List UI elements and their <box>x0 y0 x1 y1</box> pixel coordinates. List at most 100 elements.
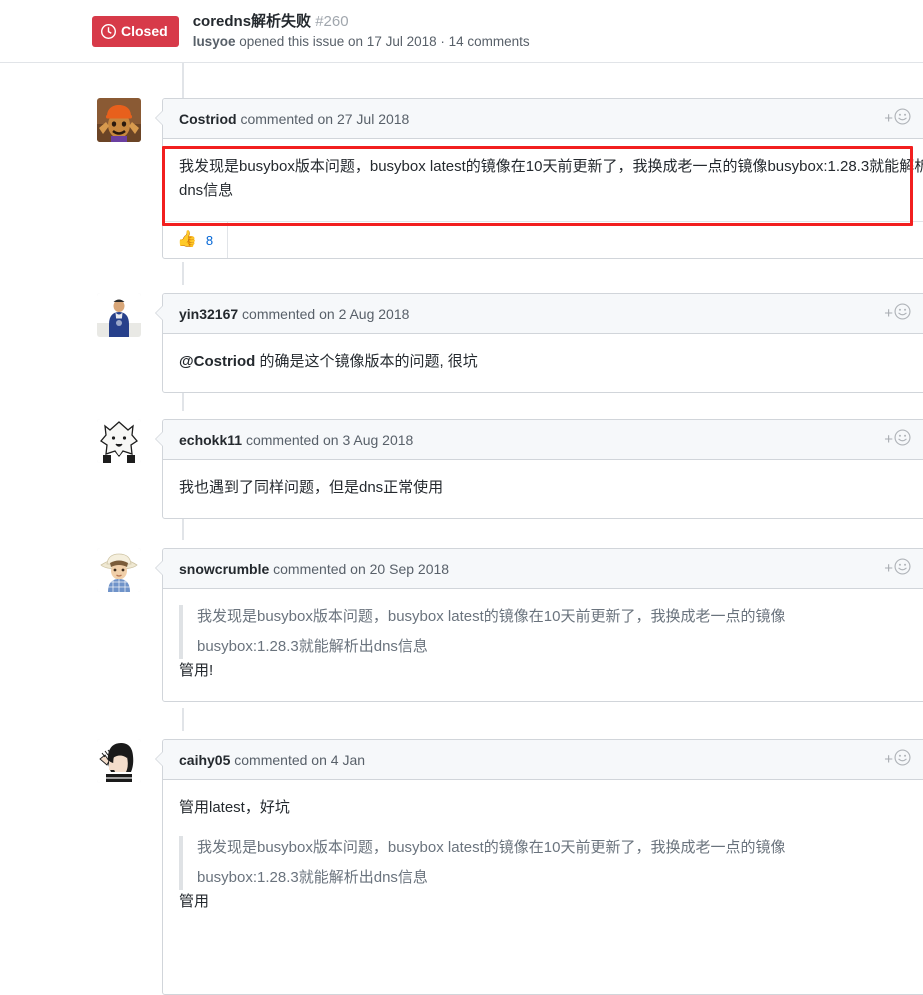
reaction-count: 8 <box>205 232 214 248</box>
comment-verb: commented on <box>269 560 370 577</box>
caihy05-avatar <box>97 739 141 783</box>
comment-body: 我发现是busybox版本问题，busybox latest的镜像在10天前更新… <box>163 589 923 701</box>
comment-body: 我也遇到了同样问题，但是dns正常使用 <box>163 460 923 518</box>
comment-timestamp[interactable]: 2 Aug 2018 <box>339 306 410 322</box>
comment-paragraph: @Costriod 的确是这个镜像版本的问题, 很坑 <box>179 350 923 374</box>
comment-card: yin32167 commented on 2 Aug 2018 + @Cost… <box>155 293 923 393</box>
comment-byline: Costriod commented on 27 Jul 2018 <box>179 111 409 127</box>
comment-paragraph: 我发现是busybox版本问题，busybox latest的镜像在10天前更新… <box>179 155 923 203</box>
timeline-rail <box>182 63 184 98</box>
plus-icon: + <box>884 560 893 577</box>
quote-line-1: 我发现是busybox版本问题，busybox latest的镜像在10天前更新… <box>197 608 786 625</box>
smiley-face-icon <box>894 748 911 771</box>
comment-paragraph: 我也遇到了同样问题，但是dns正常使用 <box>179 479 444 496</box>
comment-author-link[interactable]: snowcrumble <box>179 561 269 577</box>
yin32167-avatar <box>97 293 141 337</box>
comment-header: snowcrumble commented on 20 Sep 2018 + <box>163 549 923 589</box>
page-title[interactable]: coredns解析失败 #260 <box>193 12 530 32</box>
comment-text-line-1: 管用latest，好坑 <box>179 799 290 816</box>
echokk11-avatar <box>97 419 141 463</box>
avatar[interactable] <box>97 548 141 592</box>
status-badge[interactable]: Closed <box>92 15 179 47</box>
add-reaction-button[interactable]: + <box>884 107 911 130</box>
smiley-face-icon <box>894 557 911 580</box>
add-reaction-button[interactable]: + <box>884 557 911 580</box>
quoted-text: 我发现是busybox版本问题，busybox latest的镜像在10天前更新… <box>179 836 923 890</box>
thumbs-up-icon: 👍 <box>177 231 197 248</box>
comment-card: caihy05 commented on 4 Jan + 管用latest，好坑… <box>155 739 923 995</box>
avatar[interactable] <box>97 98 141 142</box>
comment-author-link[interactable]: caihy05 <box>179 752 230 768</box>
comment-timestamp[interactable]: 3 Aug 2018 <box>342 432 413 448</box>
quote-line-2: busybox:1.28.3就能解析出dns信息 <box>197 869 428 886</box>
comment-body: 我发现是busybox版本问题，busybox latest的镜像在10天前更新… <box>163 139 923 221</box>
comment-byline: yin32167 commented on 2 Aug 2018 <box>179 306 409 322</box>
plus-icon: + <box>884 431 893 448</box>
add-reaction-button[interactable]: + <box>884 428 911 451</box>
comment-timestamp[interactable]: 4 Jan <box>331 752 365 768</box>
comment-card: echokk11 commented on 3 Aug 2018 + 我也遇到了… <box>155 419 923 519</box>
comment-header-actions: + <box>884 557 923 580</box>
add-reaction-button[interactable]: + <box>884 748 911 771</box>
comment-byline: snowcrumble commented on 20 Sep 2018 <box>179 561 449 577</box>
user-mention-link[interactable]: @Costriod <box>179 353 255 370</box>
avatar[interactable] <box>97 419 141 463</box>
comment-text-line-1: 管用! <box>179 662 214 679</box>
comment-timestamp[interactable]: 20 Sep 2018 <box>370 561 449 577</box>
issue-closed-icon <box>101 23 116 39</box>
comment-header-actions: + <box>884 748 923 771</box>
comment-body: 管用latest，好坑 我发现是busybox版本问题，busybox late… <box>163 780 923 932</box>
comment-card: snowcrumble commented on 20 Sep 2018 + 我… <box>155 548 923 702</box>
issue-subtitle: lusyoe opened this issue on 17 Jul 2018 … <box>193 33 530 51</box>
plus-icon: + <box>884 751 893 768</box>
comment-byline: echokk11 commented on 3 Aug 2018 <box>179 432 413 448</box>
status-badge-label: Closed <box>121 23 168 39</box>
quote-line-2: busybox:1.28.3就能解析出dns信息 <box>197 638 428 655</box>
comment-header-actions: + <box>884 302 923 325</box>
comment-header-actions: + <box>884 107 923 130</box>
avatar[interactable] <box>97 739 141 783</box>
comment-header: caihy05 commented on 4 Jan + <box>163 740 923 780</box>
issue-header-meta: coredns解析失败 #260 lusyoe opened this issu… <box>193 11 530 51</box>
add-reaction-button[interactable]: + <box>884 302 911 325</box>
plus-icon: + <box>884 305 893 322</box>
quote-line-1: 我发现是busybox版本问题，busybox latest的镜像在10天前更新… <box>197 839 786 856</box>
comment-header: echokk11 commented on 3 Aug 2018 + <box>163 420 923 460</box>
comment-header: Costriod commented on 27 Jul 2018 + <box>163 99 923 139</box>
costriod-avatar <box>97 98 141 142</box>
issue-number: #260 <box>315 12 349 30</box>
plus-icon: + <box>884 110 893 127</box>
smiley-face-icon <box>894 428 911 451</box>
thumbs-up-reaction[interactable]: 👍 8 <box>163 222 229 258</box>
comment-verb: commented on <box>242 431 343 448</box>
quoted-text: 我发现是busybox版本问题，busybox latest的镜像在10天前更新… <box>179 605 923 659</box>
issue-author-link[interactable]: lusyoe <box>193 34 236 49</box>
comment-timestamp[interactable]: 27 Jul 2018 <box>337 111 409 127</box>
comment-body: @Costriod 的确是这个镜像版本的问题, 很坑 <box>163 334 923 392</box>
comment-header-actions: + <box>884 428 923 451</box>
snowcrumble-avatar <box>97 548 141 592</box>
comment-verb: commented on <box>230 751 331 768</box>
comment-card: Costriod commented on 27 Jul 2018 + 我发现是… <box>155 98 923 259</box>
sticky-issue-header: Closed coredns解析失败 #260 lusyoe opened th… <box>0 0 923 63</box>
avatar[interactable] <box>97 293 141 337</box>
comment-verb: commented on <box>236 110 337 127</box>
comment-text-line-1: 我发现是busybox版本问题，busybox latest的镜像在10天前更新… <box>179 158 900 175</box>
comment-verb: commented on <box>238 305 339 322</box>
timeline-rail <box>182 708 184 731</box>
comment-author-link[interactable]: yin32167 <box>179 306 238 322</box>
comment-header: yin32167 commented on 2 Aug 2018 + <box>163 294 923 334</box>
comment-byline: caihy05 commented on 4 Jan <box>179 752 365 768</box>
issue-title-text: coredns解析失败 <box>192 12 312 30</box>
comment-author-link[interactable]: echokk11 <box>179 432 242 448</box>
reactions-bar: 👍 8 <box>163 221 923 258</box>
timeline-rail <box>182 517 184 540</box>
comment-author-link[interactable]: Costriod <box>179 111 237 127</box>
comment-text-line-1: 的确是这个镜像版本的问题, 很坑 <box>255 353 478 370</box>
smiley-face-icon <box>894 107 911 130</box>
timeline-rail <box>182 262 184 285</box>
smiley-face-icon <box>894 302 911 325</box>
comment-text-line-2: 管用 <box>179 893 210 910</box>
previous-comment-bottom-edge <box>162 62 923 63</box>
issue-meta-text: opened this issue on 17 Jul 2018 · 14 co… <box>235 34 530 50</box>
